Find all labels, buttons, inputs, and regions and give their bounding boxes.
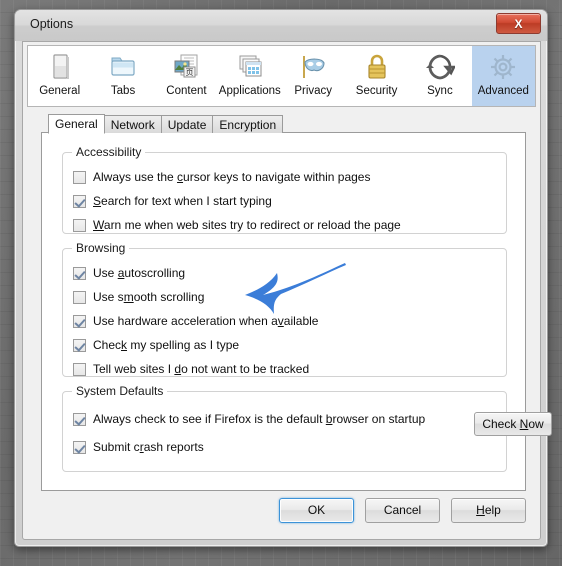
checkbox-checked-icon[interactable]	[73, 338, 86, 352]
toolbar-item-label: Sync	[427, 85, 453, 97]
checkbox-checked-icon[interactable]	[73, 194, 86, 208]
checkbox-checked-icon[interactable]	[73, 314, 86, 328]
window-title: Options	[30, 17, 74, 31]
title-bar: Options X	[15, 10, 547, 41]
checkbox-checked-icon[interactable]	[73, 266, 86, 280]
options-category-toolbar: General Tabs 页 Content Applications Priv…	[27, 45, 536, 107]
checkbox-row-search-on-type[interactable]: Search for text when I start typing	[73, 191, 272, 211]
toolbar-item-label: Security	[355, 85, 398, 97]
checkbox-row-autoscrolling[interactable]: Use autoscrolling	[73, 263, 185, 283]
toolbar-item-label: General	[39, 85, 81, 97]
checkbox-row-default-browser-check[interactable]: Always check to see if Firefox is the de…	[73, 409, 425, 429]
group-title: Browsing	[72, 241, 130, 255]
checkbox-row-cursor-keys[interactable]: Always use the cursor keys to navigate w…	[73, 167, 370, 187]
toolbar-item-general[interactable]: General	[28, 46, 91, 106]
toolbar-item-privacy[interactable]: Privacy	[282, 46, 345, 106]
toolbar-item-security[interactable]: Security	[345, 46, 408, 106]
checkbox-checked-icon[interactable]	[73, 412, 86, 426]
security-padlock-icon	[361, 51, 393, 83]
applications-icon	[234, 51, 266, 83]
subtab-encryption[interactable]: Encryption	[212, 115, 284, 133]
group-browsing: Browsing Use autoscrolling Use smooth sc…	[62, 241, 507, 379]
checkbox-row-warn-redirect[interactable]: Warn me when web sites try to redirect o…	[73, 215, 401, 235]
dialog-button-bar: OK Cancel Help	[23, 498, 542, 523]
checkbox-label: Use hardware acceleration when available	[93, 314, 319, 328]
advanced-general-panel: Accessibility Always use the cursor keys…	[41, 132, 552, 491]
toolbar-item-label: Advanced	[477, 85, 529, 97]
checkbox-label: Use smooth scrolling	[93, 290, 205, 304]
checkbox-row-smooth-scrolling[interactable]: Use smooth scrolling	[73, 287, 204, 307]
checkbox-label: Tell web sites I do not want to be track…	[93, 362, 310, 376]
checkbox-row-hardware-acceleration[interactable]: Use hardware acceleration when available	[73, 311, 318, 331]
checkbox-label: Always check to see if Firefox is the de…	[93, 412, 426, 426]
toolbar-item-label: Applications	[218, 85, 281, 97]
checkbox-label: Search for text when I start typing	[93, 194, 272, 208]
ok-button[interactable]: OK	[279, 498, 354, 523]
checkbox-label: Warn me when web sites try to redirect o…	[93, 218, 401, 232]
checkbox-label: Always use the cursor keys to navigate w…	[93, 170, 371, 184]
toolbar-item-content[interactable]: 页 Content	[155, 46, 218, 106]
group-accessibility: Accessibility Always use the cursor keys…	[62, 145, 507, 235]
checkbox-unchecked-icon[interactable]	[73, 290, 86, 304]
advanced-subtab-strip: General Network Update Encryption	[48, 114, 284, 134]
toolbar-item-sync[interactable]: Sync	[408, 46, 471, 106]
checkbox-label: Check my spelling as I type	[93, 338, 240, 352]
group-title: Accessibility	[72, 145, 146, 159]
document-page-icon	[44, 51, 76, 83]
folder-tabs-icon	[107, 51, 139, 83]
toolbar-item-applications[interactable]: Applications	[218, 46, 281, 106]
content-page-icon: 页	[170, 51, 202, 83]
checkbox-unchecked-icon[interactable]	[73, 170, 86, 184]
toolbar-item-label: Tabs	[110, 85, 136, 97]
options-dialog-window: Options X General Tabs 页 Content Applica…	[14, 9, 552, 547]
group-title: System Defaults	[72, 384, 168, 398]
checkbox-label: Submit crash reports	[93, 440, 204, 454]
subtab-network[interactable]: Network	[103, 115, 162, 133]
toolbar-item-label: Privacy	[294, 85, 333, 97]
checkbox-checked-icon[interactable]	[73, 440, 86, 454]
subtab-update[interactable]: Update	[160, 115, 214, 133]
advanced-gear-icon	[487, 51, 519, 83]
checkbox-row-do-not-track[interactable]: Tell web sites I do not want to be track…	[73, 359, 309, 379]
group-system-defaults: System Defaults Always check to see if F…	[62, 384, 552, 472]
toolbar-item-advanced[interactable]: Advanced	[471, 46, 535, 106]
toolbar-item-tabs[interactable]: Tabs	[91, 46, 154, 106]
svg-text:页: 页	[186, 68, 194, 77]
checkbox-unchecked-icon[interactable]	[73, 218, 86, 232]
checkbox-row-spellcheck[interactable]: Check my spelling as I type	[73, 335, 239, 355]
checkbox-label: Use autoscrolling	[93, 266, 186, 280]
checkbox-row-submit-crash-reports[interactable]: Submit crash reports	[73, 437, 204, 457]
subtab-general[interactable]: General	[48, 114, 105, 134]
sync-arrows-icon	[424, 51, 456, 83]
dialog-client-area: General Tabs 页 Content Applications Priv…	[22, 41, 552, 540]
cancel-button[interactable]: Cancel	[365, 498, 440, 523]
privacy-mask-icon	[297, 51, 329, 83]
toolbar-item-label: Content	[166, 85, 207, 97]
close-icon[interactable]: X	[496, 13, 541, 34]
check-now-button[interactable]: Check Now	[474, 412, 552, 436]
checkbox-unchecked-icon[interactable]	[73, 362, 86, 376]
help-button[interactable]: Help	[451, 498, 526, 523]
